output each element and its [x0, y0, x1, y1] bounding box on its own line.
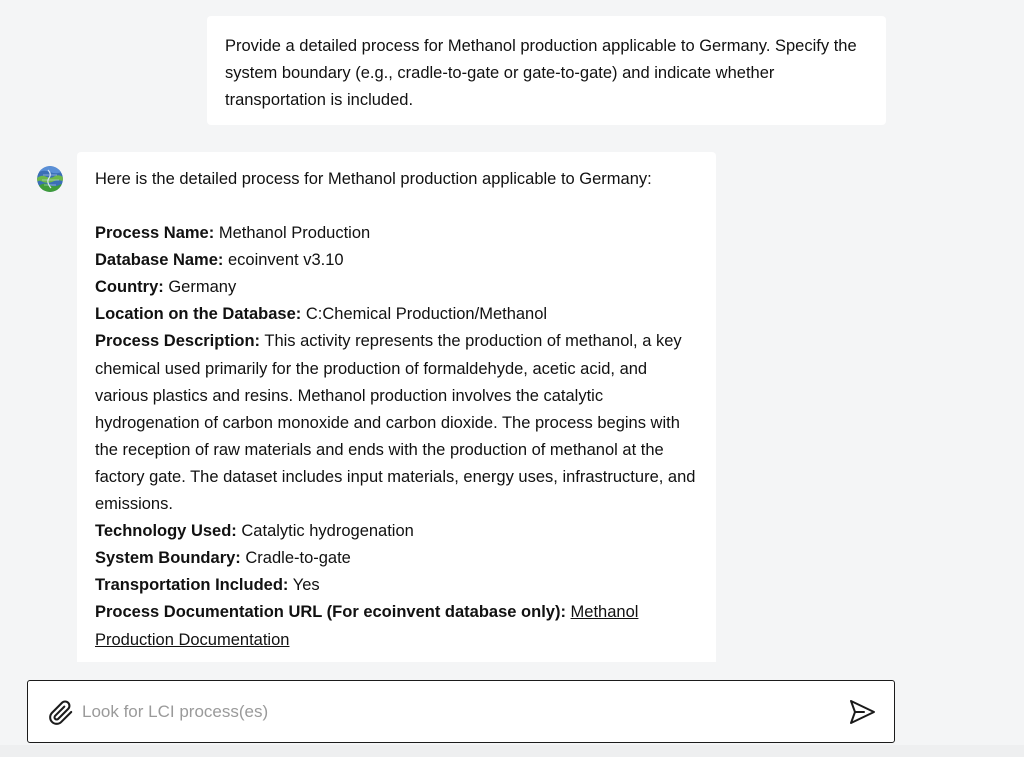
- bottom-strip: [0, 745, 1024, 757]
- field-transportation: Transportation Included: Yes: [95, 572, 698, 599]
- assistant-intro: Here is the detailed process for Methano…: [95, 170, 652, 188]
- field-location: Location on the Database: C:Chemical Pro…: [95, 301, 698, 328]
- field-technology: Technology Used: Catalytic hydrogenation: [95, 518, 698, 545]
- field-label: System Boundary:: [95, 549, 241, 568]
- field-value: C:Chemical Production/Methanol: [305, 305, 548, 324]
- field-label: Technology Used:: [95, 522, 237, 541]
- field-label: Process Name:: [95, 224, 215, 243]
- field-value: Germany: [168, 278, 237, 297]
- chat-app: Provide a detailed process for Methanol …: [0, 0, 1024, 757]
- field-label: Transportation Included:: [95, 576, 289, 595]
- field-label: Database Name:: [95, 251, 224, 270]
- field-documentation-url: Process Documentation URL (For ecoinvent…: [95, 599, 698, 653]
- field-label: Location on the Database:: [95, 305, 302, 324]
- field-value: Yes: [292, 576, 320, 595]
- message-composer: [27, 680, 895, 743]
- field-system-boundary: System Boundary: Cradle-to-gate: [95, 545, 698, 572]
- globe-avatar-icon: [37, 166, 63, 192]
- field-value: Catalytic hydrogenation: [241, 522, 414, 541]
- field-label: Process Documentation URL (For ecoinvent…: [95, 603, 566, 622]
- field-value: This activity represents the production …: [95, 332, 696, 514]
- paperclip-icon[interactable]: [46, 698, 76, 728]
- send-icon[interactable]: [846, 697, 878, 727]
- field-process-description: Process Description: This activity repre…: [95, 328, 698, 518]
- field-country: Country: Germany: [95, 274, 698, 301]
- field-value: Cradle-to-gate: [245, 549, 351, 568]
- field-value: ecoinvent v3.10: [227, 251, 344, 270]
- search-input[interactable]: [82, 695, 822, 729]
- field-database-name: Database Name: ecoinvent v3.10: [95, 247, 698, 274]
- user-message: Provide a detailed process for Methanol …: [207, 16, 886, 125]
- field-label: Process Description:: [95, 332, 261, 351]
- field-label: Country:: [95, 278, 164, 297]
- assistant-message: Here is the detailed process for Methano…: [77, 152, 716, 662]
- field-process-name: Process Name: Methanol Production: [95, 220, 698, 247]
- field-value: Methanol Production: [218, 224, 371, 243]
